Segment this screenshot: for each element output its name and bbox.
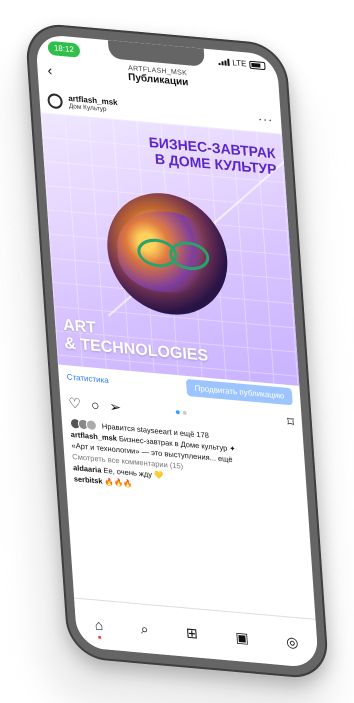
back-icon[interactable]: ‹ bbox=[47, 62, 53, 79]
comment-icon[interactable]: ○ bbox=[90, 396, 100, 413]
search-icon[interactable]: ⌕ bbox=[140, 620, 149, 638]
author-avatar[interactable] bbox=[47, 92, 64, 109]
carousel-dot bbox=[182, 410, 187, 416]
author-info: artflash_msk Дом Культур bbox=[68, 93, 118, 115]
infinity-glasses-graphic bbox=[136, 237, 211, 272]
time-pill: 18:12 bbox=[47, 40, 81, 58]
stats-link[interactable]: Статистика bbox=[66, 372, 109, 385]
sparkle-icon: ✦ bbox=[229, 443, 236, 454]
heart-emoji-icon: 💛 bbox=[153, 470, 164, 481]
bookmark-icon[interactable]: ⌑ bbox=[287, 414, 295, 431]
network-indicator: LTE bbox=[218, 57, 266, 70]
carousel-dots bbox=[175, 410, 187, 416]
more-horizontal-icon[interactable]: ··· bbox=[258, 112, 274, 127]
add-icon[interactable]: ⊞ bbox=[185, 624, 198, 642]
carousel-dot-active bbox=[175, 410, 180, 415]
status-time: 18:12 bbox=[53, 43, 75, 55]
home-icon[interactable]: ⌂ bbox=[94, 616, 104, 640]
post-image[interactable]: БИЗНЕС-ЗАВТРАК В ДОМЕ КУЛЬТУР ART & TECH… bbox=[40, 112, 300, 386]
battery-icon bbox=[249, 60, 266, 70]
heart-icon[interactable]: ♡ bbox=[68, 394, 82, 411]
profile-icon[interactable]: ◎ bbox=[286, 633, 299, 651]
network-type: LTE bbox=[232, 58, 247, 69]
home-active-dot bbox=[98, 635, 102, 640]
fire-emoji-icons: 🔥🔥🔥 bbox=[104, 476, 133, 489]
phone-screen: 18:12 LTE ‹ ARTFLASH_MSK Публикации artf… bbox=[35, 33, 319, 669]
signal-icon bbox=[218, 58, 230, 66]
phone: 18:12 LTE ‹ ARTFLASH_MSK Публикации artf… bbox=[24, 21, 330, 681]
send-icon[interactable]: ➢ bbox=[109, 398, 122, 415]
stage: 18:12 LTE ‹ ARTFLASH_MSK Публикации artf… bbox=[0, 0, 354, 703]
reels-icon[interactable]: ▣ bbox=[235, 628, 249, 646]
comment2-user[interactable]: serbitsk bbox=[73, 474, 102, 486]
